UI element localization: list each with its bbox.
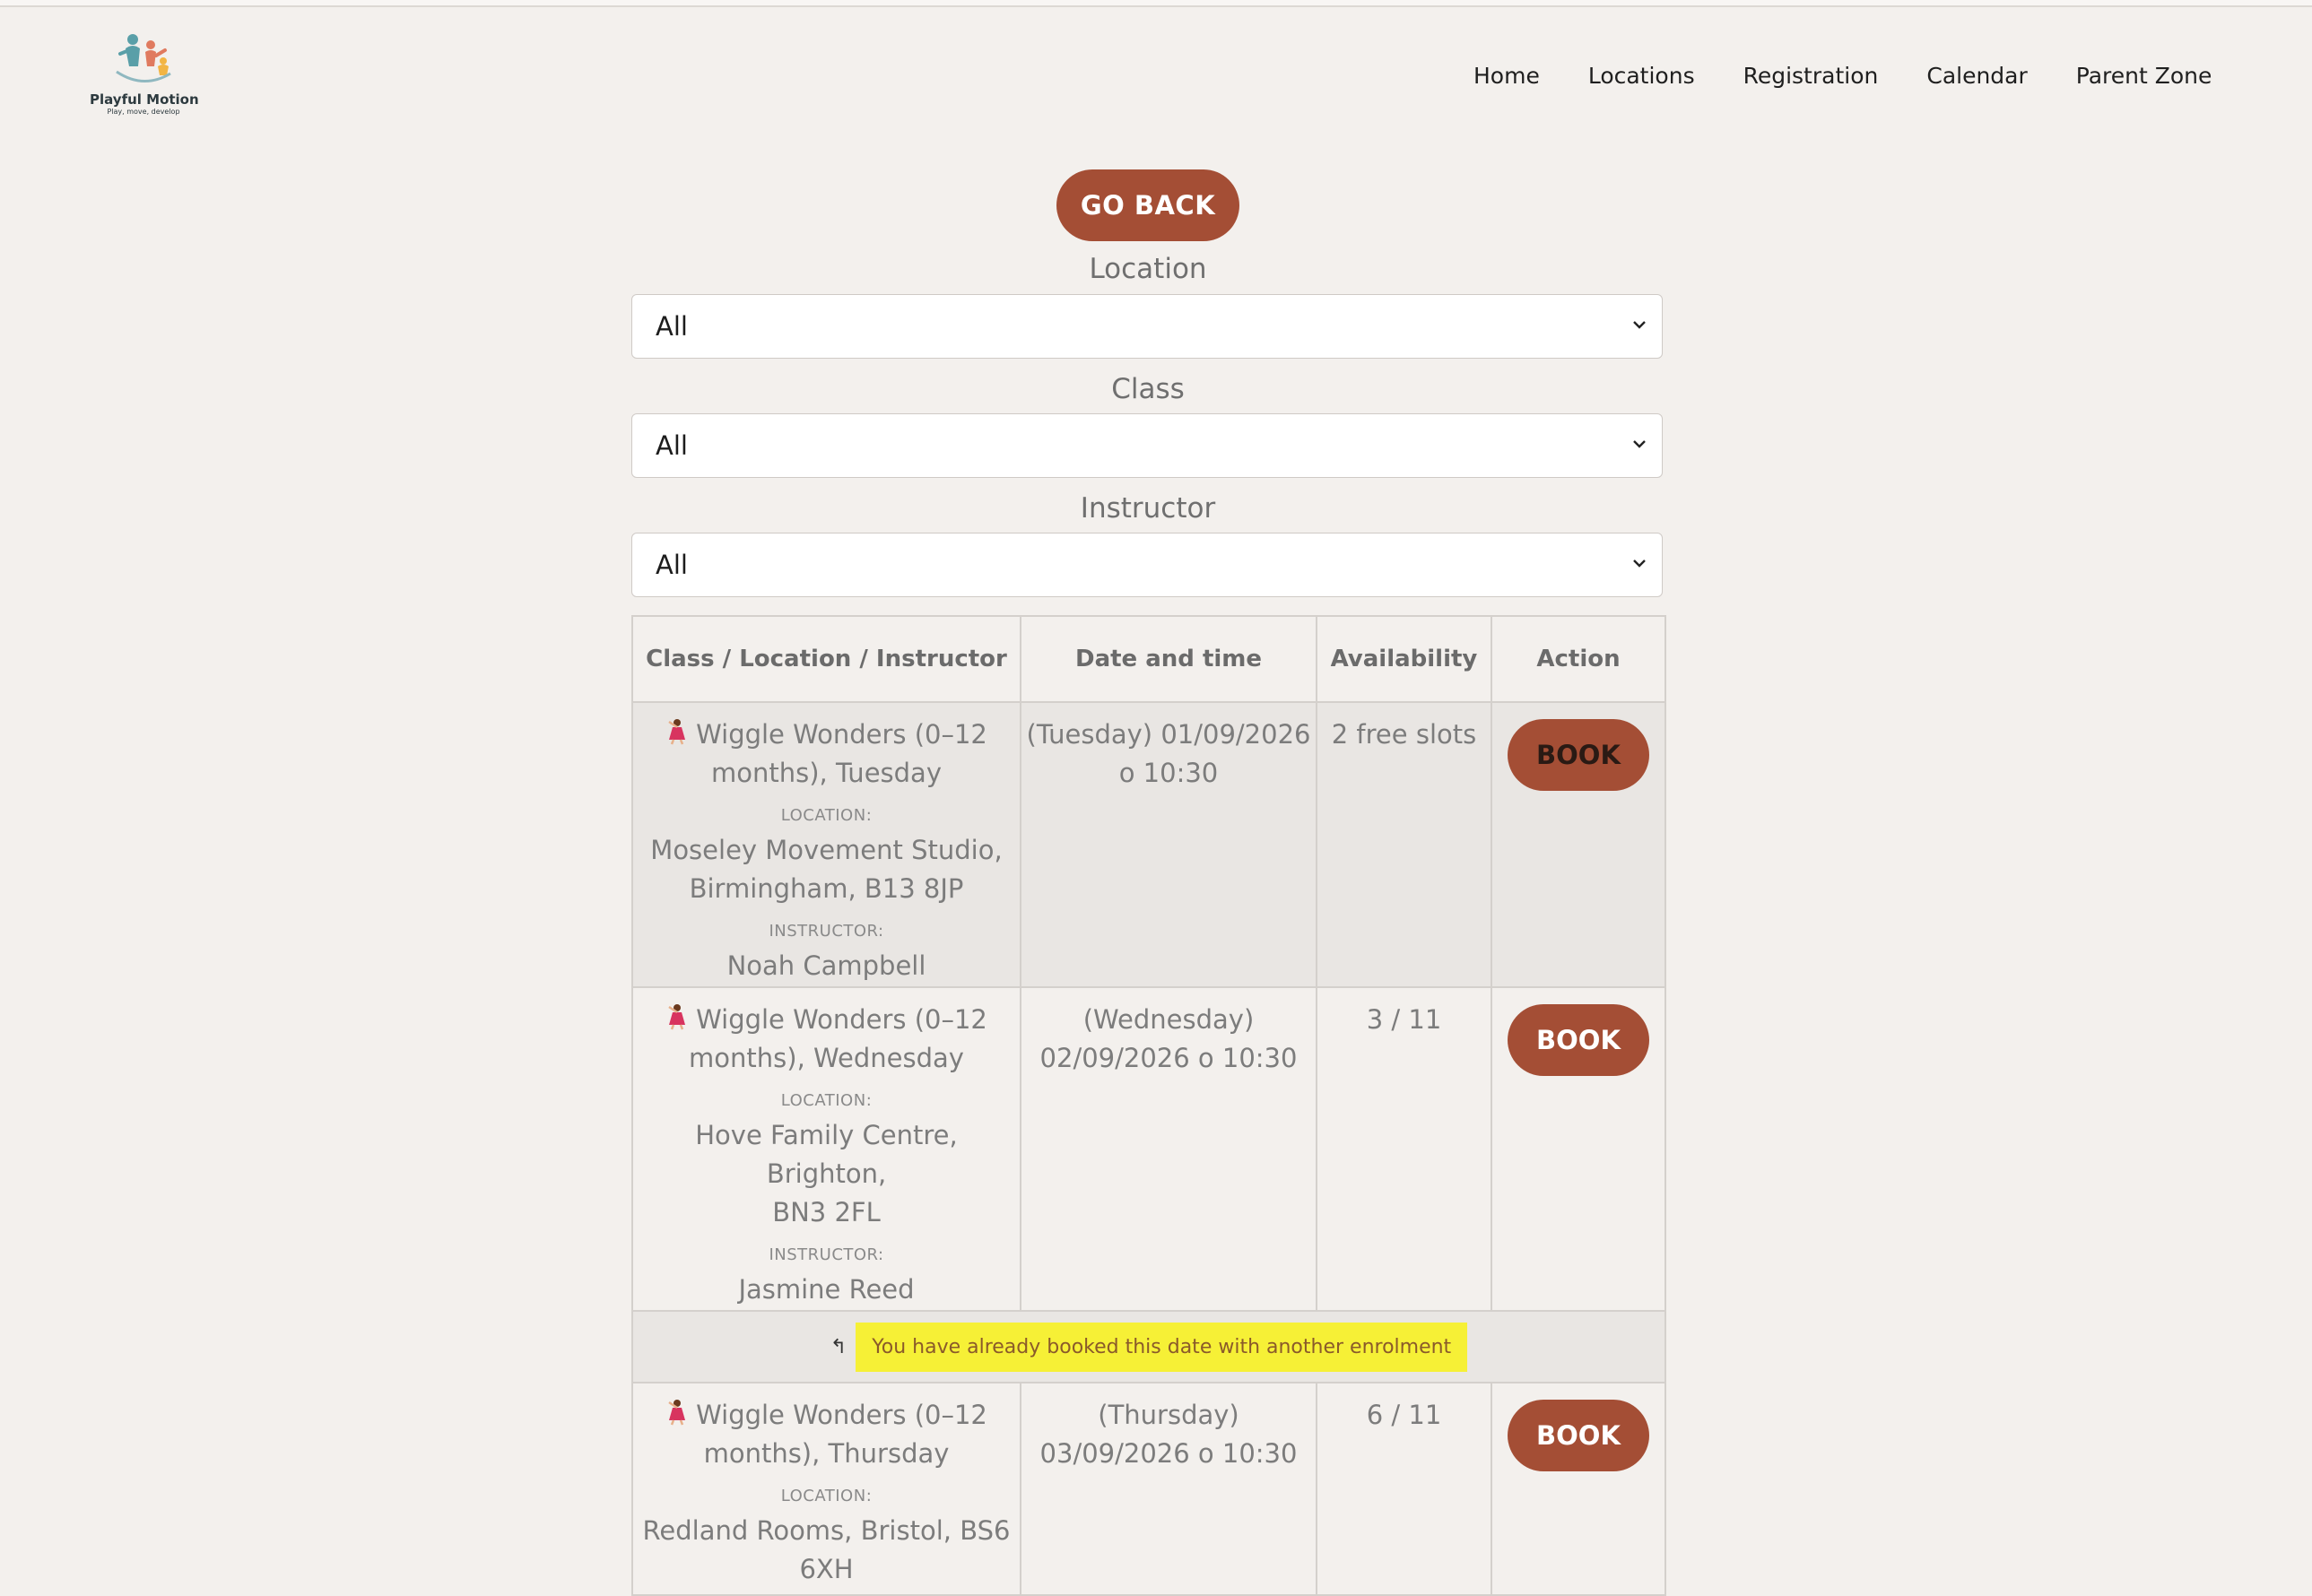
- nav-calendar[interactable]: Calendar: [1926, 63, 2027, 89]
- date-line1: (Wednesday): [1082, 1004, 1255, 1035]
- chevron-down-icon: [1633, 559, 1646, 568]
- availability-cell: 6 / 11: [1316, 1382, 1492, 1596]
- top-border: [0, 0, 2312, 7]
- location-caption: LOCATION:: [780, 806, 873, 825]
- table-row: Wiggle Wonders (0–12 months), Wednesday …: [631, 986, 1666, 1312]
- header-availability: Availability: [1316, 615, 1492, 703]
- class-filter-label: Class: [1111, 373, 1185, 405]
- availability-cell: 3 / 11: [1316, 986, 1492, 1312]
- return-arrow-icon: ↰: [830, 1335, 847, 1358]
- header-date-time: Date and time: [1020, 615, 1317, 703]
- instructor-caption: INSTRUCTOR:: [769, 922, 884, 941]
- booking-notice-row: ↰ You have already booked this date with…: [631, 1310, 1666, 1383]
- instructor-select-value: All: [656, 550, 688, 580]
- nav-registration[interactable]: Registration: [1743, 63, 1879, 89]
- location-caption: LOCATION:: [780, 1487, 873, 1505]
- nav-parent-zone[interactable]: Parent Zone: [2076, 63, 2212, 89]
- book-button[interactable]: BOOK: [1508, 1004, 1649, 1076]
- dancer-icon: [665, 1002, 689, 1030]
- nav-locations[interactable]: Locations: [1588, 63, 1695, 89]
- instructor-caption: INSTRUCTOR:: [769, 1245, 884, 1264]
- date-cell: (Thursday) 03/09/2026 o 10:30: [1020, 1382, 1317, 1596]
- class-name-line1: Wiggle Wonders (0–12: [696, 1004, 987, 1035]
- instructor-select[interactable]: All: [631, 533, 1663, 597]
- class-name-line2: months), Thursday: [703, 1438, 950, 1469]
- class-cell: Wiggle Wonders (0–12 months), Thursday L…: [631, 1382, 1021, 1596]
- availability-cell: 2 free slots: [1316, 701, 1492, 988]
- header-action: Action: [1491, 615, 1666, 703]
- class-cell: Wiggle Wonders (0–12 months), Tuesday LO…: [631, 701, 1021, 988]
- location-line2: 6XH: [799, 1554, 854, 1584]
- class-name-line2: months), Wednesday: [689, 1043, 964, 1073]
- header-class-location-instructor: Class / Location / Instructor: [631, 615, 1021, 703]
- main-nav: Home Locations Registration Calendar Par…: [1473, 63, 2212, 89]
- action-cell: BOOK: [1491, 986, 1666, 1312]
- date-line2: 03/09/2026 o 10:30: [1039, 1438, 1298, 1469]
- location-line2: BN3 2FL: [772, 1197, 881, 1227]
- date-line2: o 10:30: [1118, 758, 1219, 788]
- date-cell: (Tuesday) 01/09/2026 o 10:30: [1020, 701, 1317, 988]
- class-name-line1: Wiggle Wonders (0–12: [696, 1400, 987, 1430]
- class-name-line2: months), Tuesday: [711, 758, 942, 788]
- booking-notice-text: You have already booked this date with a…: [856, 1322, 1468, 1372]
- chevron-down-icon: [1633, 440, 1646, 448]
- chevron-down-icon: [1633, 321, 1646, 329]
- table-row: Wiggle Wonders (0–12 months), Tuesday LO…: [631, 701, 1666, 988]
- date-cell: (Wednesday) 02/09/2026 o 10:30: [1020, 986, 1317, 1312]
- table-row: Wiggle Wonders (0–12 months), Thursday L…: [631, 1382, 1666, 1596]
- brand-tagline: Play, move, develop: [107, 108, 180, 116]
- location-select[interactable]: All: [631, 294, 1663, 359]
- class-cell: Wiggle Wonders (0–12 months), Wednesday …: [631, 986, 1021, 1312]
- table-header-row: Class / Location / Instructor Date and t…: [631, 615, 1666, 703]
- dancer-icon: [665, 717, 689, 745]
- action-cell: BOOK: [1491, 701, 1666, 988]
- instructor-filter-label: Instructor: [1080, 492, 1216, 525]
- location-caption: LOCATION:: [780, 1091, 873, 1110]
- dancer-icon: [665, 1398, 689, 1426]
- class-select[interactable]: All: [631, 413, 1663, 478]
- location-line1: Redland Rooms, Bristol, BS6: [642, 1515, 1011, 1546]
- brand-name: Playful Motion: [90, 91, 199, 108]
- location-line2: Birmingham, B13 8JP: [689, 873, 964, 904]
- nav-home[interactable]: Home: [1473, 63, 1540, 89]
- class-select-value: All: [656, 430, 688, 461]
- action-cell: BOOK: [1491, 1382, 1666, 1596]
- playful-motion-logo-icon: [116, 34, 171, 82]
- class-name-line1: Wiggle Wonders (0–12: [696, 719, 987, 750]
- booking-notice-cell: ↰ You have already booked this date with…: [631, 1310, 1666, 1383]
- schedule-table: Class / Location / Instructor Date and t…: [631, 615, 1666, 1596]
- instructor-name: Noah Campbell: [726, 950, 926, 981]
- date-line1: (Tuesday) 01/09/2026: [1026, 719, 1311, 750]
- book-button[interactable]: BOOK: [1508, 1400, 1649, 1471]
- go-back-button[interactable]: GO BACK: [1056, 169, 1239, 241]
- location-filter-label: Location: [1089, 253, 1207, 285]
- location-line1: Hove Family Centre, Brighton,: [695, 1120, 958, 1189]
- location-select-value: All: [656, 311, 688, 342]
- date-line1: (Thursday): [1098, 1400, 1239, 1430]
- booking-notice: ↰ You have already booked this date with…: [633, 1322, 1664, 1372]
- instructor-name: Jasmine Reed: [738, 1274, 915, 1305]
- book-button[interactable]: BOOK: [1508, 719, 1649, 791]
- logo[interactable]: Playful Motion Play, move, develop: [90, 30, 199, 120]
- date-line2: 02/09/2026 o 10:30: [1039, 1043, 1298, 1073]
- location-line1: Moseley Movement Studio,: [650, 835, 1003, 865]
